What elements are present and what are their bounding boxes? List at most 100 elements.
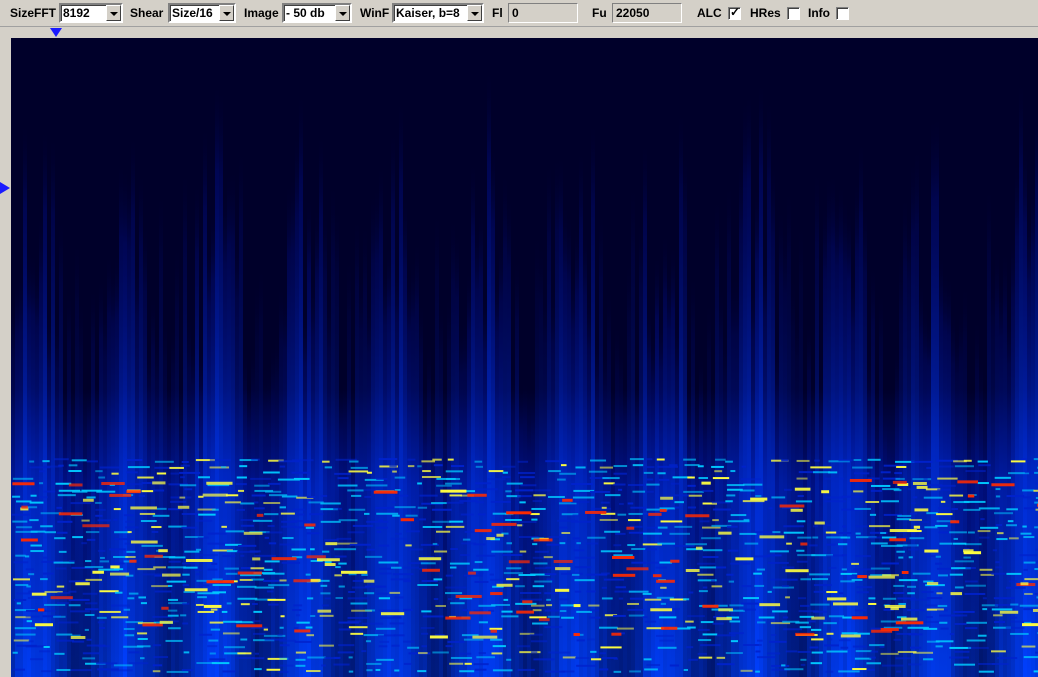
harmonic-dash (755, 670, 760, 673)
harmonic-dash (15, 584, 29, 587)
harmonic-dash (264, 560, 280, 563)
harmonic-dash (825, 670, 834, 673)
frequency-cursor-marker[interactable] (0, 182, 10, 194)
harmonic-dash (853, 458, 862, 461)
harmonic-dash (235, 656, 255, 659)
harmonic-dash (376, 592, 389, 595)
energy-column (171, 323, 175, 677)
energy-column (847, 208, 851, 677)
harmonic-dash (489, 627, 503, 630)
harmonic-dash (209, 652, 216, 655)
hres-checkbox[interactable] (787, 7, 800, 20)
harmonic-dash (921, 591, 934, 594)
peak-mark (243, 531, 263, 535)
harmonic-dash (1006, 495, 1025, 498)
harmonic-dash (111, 472, 119, 475)
harmonic-dash (277, 670, 289, 673)
harmonic-dash (673, 494, 690, 497)
sizefft-select[interactable]: 8192 (59, 3, 123, 23)
harmonic-dash (71, 640, 85, 643)
energy-column (631, 181, 635, 677)
harmonic-dash (657, 542, 676, 545)
peak-mark (555, 567, 571, 571)
harmonic-dash (991, 662, 1009, 665)
peak-mark (467, 493, 487, 497)
info-checkbox[interactable] (836, 7, 849, 20)
harmonic-dash (251, 602, 258, 605)
harmonic-dash (56, 531, 68, 534)
harmonic-dash (996, 532, 1004, 535)
harmonic-dash (279, 506, 286, 509)
peak-mark (256, 513, 264, 517)
harmonic-dash (669, 464, 678, 467)
harmonic-dash (419, 494, 438, 497)
energy-column (135, 253, 139, 677)
energy-column (415, 239, 419, 677)
sizefft-dropdown-button[interactable] (106, 5, 121, 21)
harmonic-dash (1034, 592, 1038, 595)
harmonic-dash (492, 519, 506, 522)
harmonic-dash (12, 651, 18, 654)
energy-column (327, 293, 331, 677)
shear-select[interactable]: Size/16 (168, 3, 236, 23)
harmonic-dash (13, 639, 30, 642)
harmonic-dash (408, 548, 424, 551)
harmonic-dash (324, 466, 333, 469)
fl-field[interactable]: 0 (508, 3, 578, 23)
harmonic-dash (882, 597, 897, 600)
image-dropdown-button[interactable] (335, 5, 350, 21)
harmonic-dash (546, 578, 554, 581)
harmonic-dash (72, 536, 84, 539)
harmonic-dash (838, 639, 851, 642)
harmonic-dash (71, 459, 87, 462)
harmonic-dash (644, 620, 657, 623)
winf-dropdown-button[interactable] (467, 5, 482, 21)
harmonic-dash (475, 482, 492, 485)
peak-mark (999, 610, 1019, 614)
harmonic-dash (1023, 656, 1038, 659)
harmonic-dash (590, 459, 607, 462)
harmonic-dash (109, 548, 126, 551)
peak-mark (652, 574, 662, 578)
frequency-ruler[interactable] (0, 38, 11, 677)
harmonic-dash (559, 472, 577, 475)
harmonic-dash (179, 484, 197, 487)
harmonic-dash (646, 490, 654, 493)
harmonic-dash (403, 662, 412, 665)
fu-field[interactable]: 22050 (612, 3, 682, 23)
spectrogram-view[interactable] (11, 38, 1038, 677)
energy-column (115, 251, 119, 677)
energy-column (871, 263, 875, 677)
harmonic-dash (125, 556, 136, 559)
harmonic-dash (240, 524, 254, 527)
harmonic-dash (548, 470, 561, 473)
harmonic-dash (211, 562, 218, 565)
harmonic-dash (965, 584, 986, 587)
harmonic-dash (505, 518, 522, 521)
harmonic-dash (209, 459, 231, 462)
harmonic-dash (616, 627, 634, 630)
alc-checkbox[interactable]: ✓ (728, 5, 741, 20)
harmonic-dash (366, 548, 375, 551)
harmonic-dash (153, 656, 169, 659)
shear-dropdown-button[interactable] (219, 5, 234, 21)
harmonic-dash (305, 626, 313, 629)
image-select[interactable]: - 50 db (282, 3, 352, 23)
energy-column (771, 161, 775, 677)
harmonic-dash (268, 542, 277, 545)
harmonic-dash (431, 508, 452, 511)
harmonic-dash (674, 525, 693, 528)
harmonic-dash (170, 472, 180, 475)
harmonic-dash (138, 596, 146, 599)
harmonic-dash (545, 460, 567, 463)
harmonic-dash (809, 544, 818, 547)
harmonic-dash (757, 621, 766, 624)
harmonic-dash (697, 652, 707, 655)
harmonic-dash (405, 514, 418, 517)
harmonic-dash (712, 622, 724, 625)
harmonic-dash (378, 458, 398, 461)
fu-label: Fu (592, 6, 607, 20)
harmonic-dash (726, 573, 734, 576)
time-cursor-marker[interactable] (50, 28, 62, 37)
winf-select[interactable]: Kaiser, b=8 (392, 3, 484, 23)
